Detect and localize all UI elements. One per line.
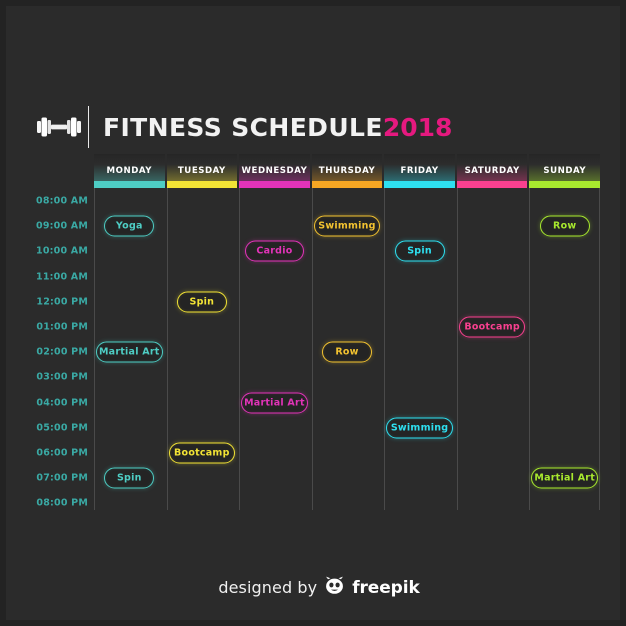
event-cardio[interactable]: Cardio bbox=[244, 240, 305, 262]
event-bootcamp[interactable]: Bootcamp bbox=[458, 316, 526, 338]
event-label: Swimming bbox=[390, 422, 449, 434]
event-bootcamp[interactable]: Bootcamp bbox=[168, 442, 236, 464]
day-accent-bar bbox=[384, 181, 455, 188]
time-label: 11:00 AM bbox=[36, 271, 88, 283]
event-label: Bootcamp bbox=[464, 321, 520, 333]
grid-column-line bbox=[529, 188, 531, 510]
day-header-label: SUNDAY bbox=[543, 166, 587, 176]
grid-column-line bbox=[599, 188, 600, 510]
event-label: Spin bbox=[116, 472, 142, 484]
day-accent-bar bbox=[239, 181, 310, 188]
day-accent-bar bbox=[94, 181, 165, 188]
day-header-label: SATURDAY bbox=[464, 166, 520, 176]
time-label: 07:00 PM bbox=[36, 472, 88, 484]
event-spin[interactable]: Spin bbox=[104, 467, 155, 489]
day-header-label: WEDNESDAY bbox=[241, 166, 308, 176]
time-label: 01:00 PM bbox=[36, 321, 88, 333]
event-martial-art[interactable]: Martial Art bbox=[241, 392, 308, 414]
time-label: 06:00 PM bbox=[36, 447, 88, 459]
day-accent-bar bbox=[311, 181, 383, 188]
day-header-row: MONDAY TUESDAY WEDNESDAY THURSDAY FRIDAY SATU… bbox=[94, 154, 601, 188]
time-label: 02:00 PM bbox=[36, 346, 88, 358]
event-label: Cardio bbox=[256, 245, 293, 257]
time-label: 05:00 PM bbox=[36, 422, 88, 434]
event-swimming[interactable]: Swimming bbox=[313, 215, 381, 237]
event-label: Yoga bbox=[115, 220, 143, 232]
schedule-calendar: MONDAY TUESDAY WEDNESDAY THURSDAY FRIDAY SATU… bbox=[94, 154, 601, 510]
event-row[interactable]: Row bbox=[322, 341, 372, 363]
day-header-label: TUESDAY bbox=[177, 166, 226, 176]
footer-credit: designed by freepik bbox=[6, 576, 620, 599]
event-martial-art[interactable]: Martial Art bbox=[96, 341, 163, 363]
grid-column-line bbox=[311, 188, 313, 510]
event-yoga[interactable]: Yoga bbox=[104, 215, 155, 237]
poster-header: FITNESS SCHEDULE 2018 bbox=[36, 104, 596, 150]
event-label: Martial Art bbox=[98, 346, 160, 358]
day-accent-bar bbox=[529, 181, 601, 188]
time-label: 03:00 PM bbox=[36, 371, 88, 383]
day-accent-bar bbox=[456, 181, 528, 188]
day-header-saturday[interactable]: SATURDAY bbox=[456, 154, 528, 188]
footer-brand: freepik bbox=[352, 577, 420, 598]
event-martial-art[interactable]: Martial Art bbox=[531, 467, 598, 489]
day-header-wednesday[interactable]: WEDNESDAY bbox=[239, 154, 310, 188]
page-title: FITNESS SCHEDULE bbox=[103, 112, 383, 142]
day-header-friday[interactable]: FRIDAY bbox=[384, 154, 455, 188]
day-accent-bar bbox=[166, 181, 238, 188]
title-divider bbox=[88, 106, 89, 148]
time-label: 08:00 AM bbox=[36, 195, 88, 207]
day-header-thursday[interactable]: THURSDAY bbox=[311, 154, 383, 188]
event-label: Swimming bbox=[318, 220, 376, 232]
grid-column-line bbox=[456, 188, 458, 510]
title-year: 2018 bbox=[382, 112, 453, 142]
day-header-label: FRIDAY bbox=[400, 166, 439, 176]
event-label: Martial Art bbox=[534, 472, 596, 484]
event-label: Row bbox=[553, 220, 577, 232]
freepik-face-icon bbox=[324, 576, 345, 599]
event-label: Martial Art bbox=[244, 397, 305, 409]
grid-column-line bbox=[166, 188, 168, 510]
event-spin[interactable]: Spin bbox=[176, 291, 227, 313]
day-header-monday[interactable]: MONDAY bbox=[94, 154, 165, 188]
event-spin[interactable]: Spin bbox=[394, 240, 445, 262]
time-label: 04:00 PM bbox=[36, 397, 88, 409]
time-label: 10:00 AM bbox=[36, 245, 88, 257]
time-label: 08:00 PM bbox=[36, 497, 88, 509]
time-label: 09:00 AM bbox=[36, 220, 88, 232]
day-header-label: THURSDAY bbox=[318, 166, 376, 176]
event-label: Bootcamp bbox=[174, 447, 230, 459]
dumbbell-icon bbox=[36, 110, 82, 144]
event-label: Spin bbox=[189, 296, 215, 308]
fitness-schedule-poster: FITNESS SCHEDULE 2018 MONDAY TUESDAY WEDNE… bbox=[0, 0, 626, 626]
time-label: 12:00 PM bbox=[36, 296, 88, 308]
event-label: Row bbox=[335, 346, 359, 358]
grid-column-line bbox=[94, 188, 95, 510]
footer-designed-by: designed by bbox=[218, 578, 318, 597]
event-row[interactable]: Row bbox=[539, 215, 590, 237]
grid-column-line bbox=[384, 188, 386, 510]
event-swimming[interactable]: Swimming bbox=[386, 417, 453, 439]
day-header-sunday[interactable]: SUNDAY bbox=[529, 154, 601, 188]
day-header-label: MONDAY bbox=[106, 166, 153, 176]
grid-column-line bbox=[239, 188, 241, 510]
event-label: Spin bbox=[407, 245, 432, 257]
day-header-tuesday[interactable]: TUESDAY bbox=[166, 154, 238, 188]
